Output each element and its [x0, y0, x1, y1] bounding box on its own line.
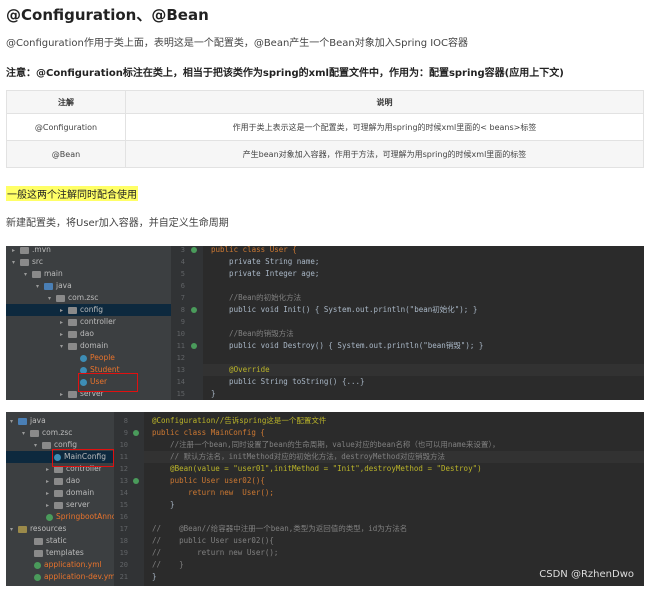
package-icon	[42, 441, 51, 449]
table-header-annotation: 注解	[6, 90, 126, 114]
code-line: }	[152, 572, 157, 581]
code-line: }	[211, 389, 216, 398]
code-line: // return new User();	[152, 548, 279, 557]
tree-item[interactable]: ▸ dao	[46, 475, 80, 487]
tree-item[interactable]: ▾ main	[24, 268, 63, 280]
code-line: // @Bean//给容器中注册一个bean,类型为返回值的类型，id为方法名	[152, 524, 408, 533]
bean-gutter-icon[interactable]	[133, 478, 139, 484]
code-line: public class MainConfig {	[152, 428, 265, 437]
tree-item[interactable]: ▾ com.zsc	[48, 292, 98, 304]
package-icon	[54, 477, 63, 485]
watermark: CSDN @RzhenDwo	[539, 569, 634, 580]
tree-item[interactable]: ▾ domain	[60, 340, 108, 352]
highlight-box	[52, 449, 114, 467]
package-icon	[68, 390, 77, 398]
code-line: @Bean(value = "user01",initMethod = "Ini…	[152, 464, 482, 473]
project-tree: ▾ java ▾ com.zsc ▾ config MainConfig ▸ contr…	[6, 412, 127, 586]
table-cell: 作用于类上表示这是一个配置类，可理解为用spring的时候xml里面的< bea…	[125, 113, 644, 141]
resources-folder-icon	[18, 525, 27, 533]
tree-item[interactable]: ▸ controller	[60, 316, 116, 328]
bean-gutter-icon[interactable]	[133, 430, 139, 436]
folder-icon	[20, 246, 29, 254]
code-line: }	[152, 500, 175, 509]
folder-icon	[32, 270, 41, 278]
code-line: @Override	[211, 365, 270, 374]
code-line: //注册一个bean,同时设置了bean的生命周期，value对应的bean名称…	[152, 440, 500, 449]
intro-paragraph: @Configuration作用于类上面，表明这是一个配置类，@Bean产生一个…	[6, 38, 469, 49]
tree-item[interactable]: ▸ domain	[46, 487, 94, 499]
code-line: public String toString() {...}	[211, 377, 365, 386]
package-icon	[54, 489, 63, 497]
tree-item[interactable]: ▾ com.zsc	[22, 427, 72, 439]
code-line: public void Destroy() { System.out.print…	[211, 341, 484, 350]
code-line: private String name;	[211, 257, 320, 266]
annotation-table: 注解 说明 @Configuration 作用于类上表示这是一个配置类，可理解为…	[6, 90, 644, 168]
tree-item[interactable]: ▾ resources	[10, 523, 66, 535]
tree-item[interactable]: application.yml	[34, 559, 102, 571]
code-line: //Bean的销毁方法	[211, 329, 294, 338]
page-title: @Configuration、@Bean	[6, 6, 209, 24]
code-editor[interactable]: public class User { private String name;…	[203, 246, 644, 400]
tree-item[interactable]: templates	[34, 547, 84, 559]
class-icon	[80, 354, 87, 362]
yml-file-icon	[34, 561, 41, 569]
folder-icon	[34, 537, 43, 545]
highlight-box	[78, 373, 138, 392]
code-line: // 默认方法名，initMethod对应的初始化方法，destroyMetho…	[152, 452, 445, 461]
table-cell: @Configuration	[6, 113, 126, 141]
bean-gutter-icon[interactable]	[191, 247, 197, 253]
tree-item[interactable]: ▾ src	[12, 256, 43, 268]
source-folder-icon	[44, 282, 53, 290]
package-icon	[68, 318, 77, 326]
table-row: @Bean 产生bean对象加入容器，作用于方法，可理解为用spring的时候x…	[6, 140, 644, 168]
table-cell: @Bean	[6, 140, 126, 168]
code-line: // public User user02(){	[152, 536, 274, 545]
tree-item[interactable]: ▾ java	[10, 415, 46, 427]
tree-item[interactable]: application-dev.yml	[34, 571, 118, 583]
folder-icon	[20, 258, 29, 266]
package-icon	[68, 342, 77, 350]
ide-screenshot-user: ▸ .mvn ▾ src ▾ main ▾ java ▾ com.zsc ▸ config …	[6, 246, 644, 400]
table-header-row: 注解 说明	[6, 90, 644, 114]
ide-screenshot-mainconfig: ▾ java ▾ com.zsc ▾ config MainConfig ▸ contr…	[6, 412, 644, 586]
bean-gutter-icon[interactable]	[191, 343, 197, 349]
code-line: public User user02(){	[152, 476, 265, 485]
package-icon	[56, 294, 65, 302]
line-gutter: 8 9 10 11 12 13 14 15 16 17 18 19 20 21	[114, 412, 144, 586]
yml-file-icon	[34, 573, 41, 581]
tree-item[interactable]: ▾ java	[36, 280, 72, 292]
highlight-text: 一般这两个注解同时配合使用	[6, 186, 138, 201]
package-icon	[68, 306, 77, 314]
code-line: return new User();	[152, 488, 274, 497]
source-folder-icon	[18, 417, 27, 425]
project-tree: ▸ .mvn ▾ src ▾ main ▾ java ▾ com.zsc ▸ config …	[6, 246, 171, 400]
table-row: @Configuration 作用于类上表示这是一个配置类，可理解为用sprin…	[6, 113, 644, 141]
package-icon	[30, 429, 39, 437]
code-line: private Integer age;	[211, 269, 320, 278]
bean-gutter-icon[interactable]	[191, 307, 197, 313]
tree-item[interactable]: ▸ server	[46, 499, 90, 511]
code-line: public void Init() { System.out.println(…	[211, 305, 478, 314]
tree-item[interactable]: static	[34, 535, 67, 547]
spring-class-icon	[46, 513, 53, 521]
tree-item[interactable]: ▸ .mvn	[12, 246, 51, 256]
code-line: @Configuration//告诉spring这是一个配置文件	[152, 416, 327, 425]
subtext-paragraph: 新建配置类，将User加入容器，并自定义生命周期	[6, 218, 229, 229]
line-gutter: 3 4 5 6 7 8 9 10 11 12 13 14 15	[171, 246, 203, 400]
note-paragraph: 注意：@Configuration标注在类上，相当于把该类作为spring的xm…	[6, 68, 564, 79]
package-icon	[68, 330, 77, 338]
package-icon	[54, 501, 63, 509]
tree-item[interactable]: People	[80, 352, 115, 364]
code-line: //Bean的初始化方法	[211, 293, 302, 302]
table-header-description: 说明	[125, 90, 644, 114]
code-editor[interactable]: @Configuration//告诉spring这是一个配置文件 public …	[144, 412, 644, 586]
code-line: public class User {	[211, 246, 297, 254]
table-cell: 产生bean对象加入容器，作用于方法，可理解为用spring的时候xml里面的标…	[125, 140, 644, 168]
code-line: // }	[152, 560, 184, 569]
folder-icon	[34, 549, 43, 557]
tree-item-config[interactable]: ▸ config	[6, 304, 171, 316]
tree-item[interactable]: ▸ dao	[60, 328, 94, 340]
